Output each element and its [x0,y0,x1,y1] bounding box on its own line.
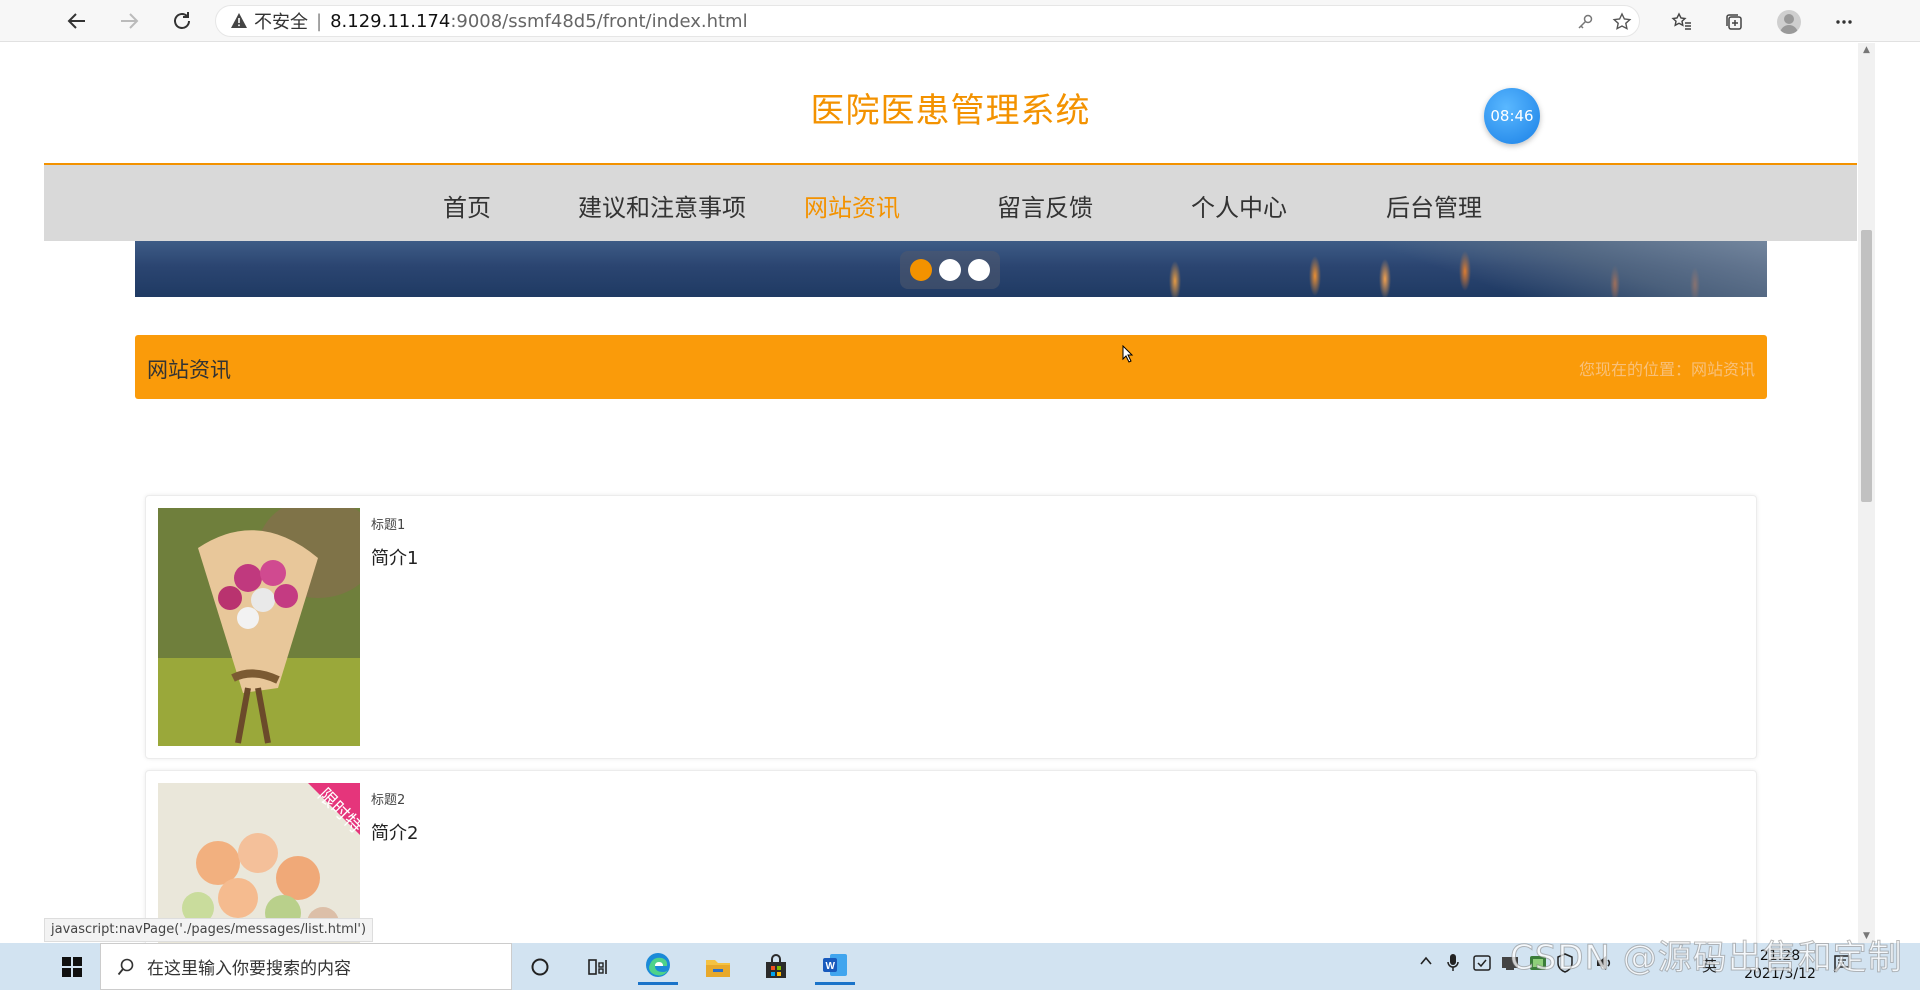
more-menu-icon[interactable] [1830,8,1858,36]
collections-icon[interactable] [1720,8,1748,36]
tray-app-icon[interactable] [1472,953,1492,977]
section-header: 网站资讯 您现在的位置：网站资讯 [135,335,1767,399]
taskbar-search-input[interactable]: 在这里输入你要搜索的内容 [100,943,512,990]
site-header: 医院医患管理系统 08:46 [44,43,1857,165]
watermark: CSDN @源码出售和定制 [1510,938,1903,979]
news-title[interactable]: 标题1 [371,514,405,533]
microphone-icon[interactable] [1446,953,1460,977]
browser-toolbar: 不安全 | 8.129.11.174 :9008/ssmf48d5/front/… [0,0,1920,42]
edge-browser-icon[interactable] [638,948,678,985]
scroll-up-icon[interactable]: ▲ [1861,45,1872,55]
nav-home[interactable]: 首页 [443,188,491,223]
carousel-dot-2[interactable] [938,259,961,281]
carousel-dot-1[interactable] [909,259,932,281]
back-icon[interactable] [62,6,92,36]
search-icon [117,958,134,975]
carousel-dot-3[interactable] [968,259,991,281]
profile-avatar[interactable] [1775,8,1803,36]
cortana-icon[interactable] [520,948,560,985]
key-icon[interactable] [1574,11,1596,33]
news-thumbnail[interactable] [158,508,360,746]
mouse-cursor-icon [1122,344,1134,367]
word-app-icon[interactable]: W [815,948,855,985]
vertical-scrollbar[interactable]: ▲ ▼ [1858,43,1875,943]
status-bar-url: javascript:navPage('./pages/messages/lis… [44,918,374,942]
start-button-icon[interactable] [62,957,82,977]
clock-widget: 08:46 [1484,88,1540,144]
main-nav: 首页 建议和注意事项 网站资讯 留言反馈 个人中心 后台管理 [44,165,1857,241]
news-title[interactable]: 标题2 [371,789,405,808]
address-bar[interactable]: 不安全 | 8.129.11.174 :9008/ssmf48d5/front/… [215,5,1640,37]
scroll-thumb[interactable] [1861,230,1872,502]
task-view-icon[interactable] [578,948,618,985]
address-separator: | [316,10,323,32]
nav-profile[interactable]: 个人中心 [1191,188,1287,223]
refresh-icon[interactable] [167,6,197,36]
forward-icon[interactable] [114,6,144,36]
url-path: :9008/ssmf48d5/front/index.html [450,10,748,32]
banner-carousel[interactable] [135,241,1767,297]
taskbar-search-placeholder: 在这里输入你要搜索的内容 [147,959,351,979]
tray-overflow-icon[interactable] [1418,953,1434,973]
nav-admin[interactable]: 后台管理 [1386,188,1482,223]
carousel-dots [900,251,1000,289]
breadcrumb: 您现在的位置：网站资讯 [1578,360,1755,379]
page-viewport: 医院医患管理系统 08:46 首页 建议和注意事项 网站资讯 留言反馈 个人中心… [44,43,1857,943]
microsoft-store-icon[interactable] [756,948,796,985]
news-item[interactable]: 限时特 标题2 简介2 [145,770,1757,943]
nav-news[interactable]: 网站资讯 [804,188,900,223]
nav-feedback[interactable]: 留言反馈 [997,188,1093,223]
nav-suggestions[interactable]: 建议和注意事项 [578,188,746,223]
insecure-label[interactable]: 不安全 [254,8,308,34]
news-summary: 简介2 [371,823,419,844]
news-item[interactable]: 标题1 简介1 [145,495,1757,759]
warning-icon [230,12,248,30]
add-favorite-icon[interactable] [1611,11,1633,33]
file-explorer-icon[interactable] [698,948,738,985]
url-host: 8.129.11.174 [330,10,451,32]
favorites-icon[interactable] [1668,8,1696,36]
site-title: 医院医患管理系统 [810,91,1091,131]
section-title: 网站资讯 [147,358,231,382]
svg-text:W: W [826,961,836,972]
news-summary: 简介1 [371,548,419,569]
